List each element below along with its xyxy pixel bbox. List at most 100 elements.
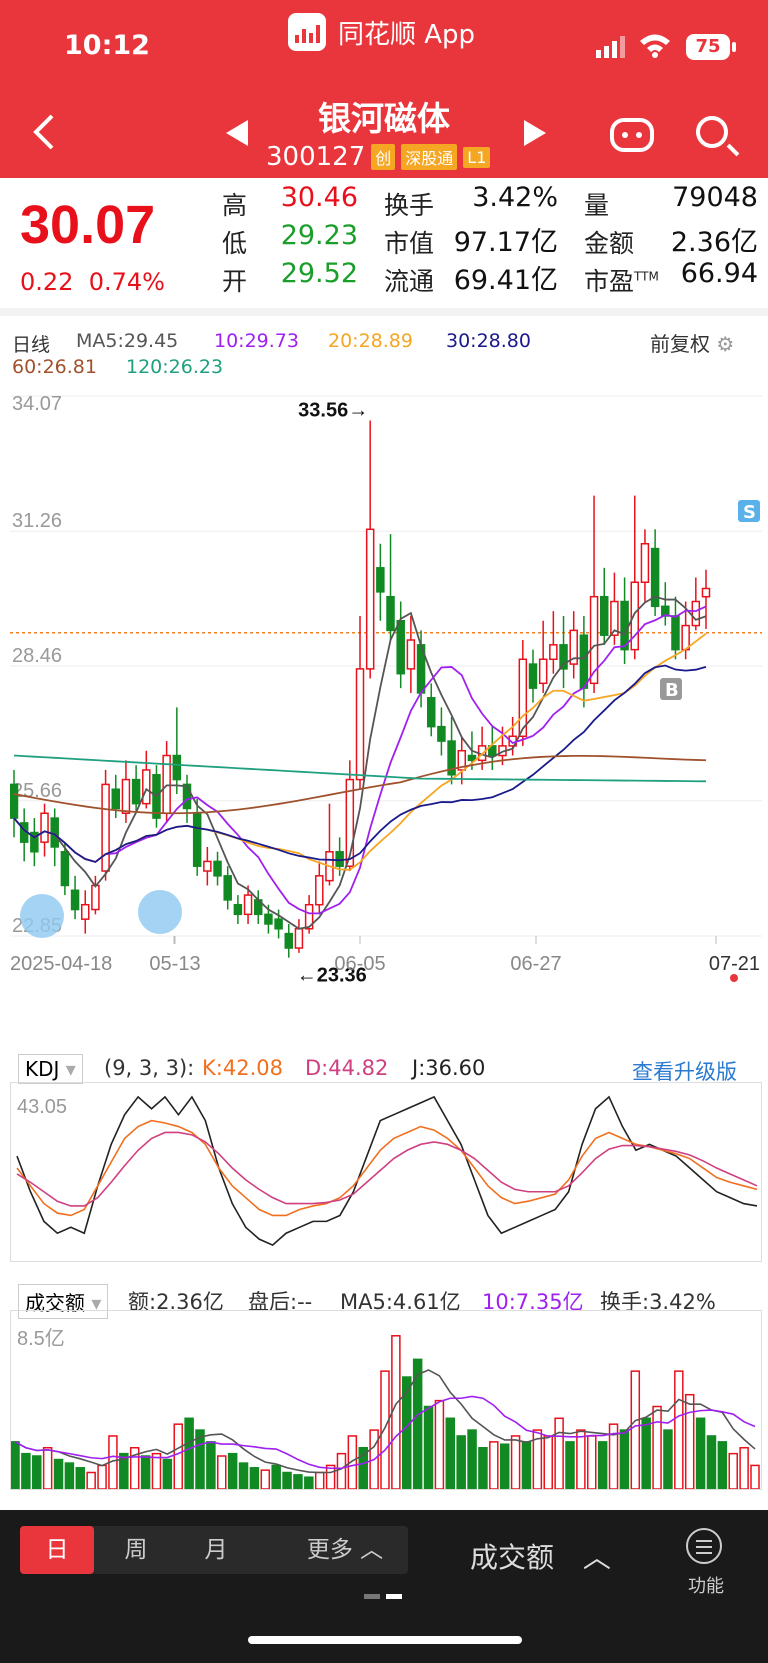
volume-bar [206,1441,216,1489]
volume-bar [53,1458,64,1489]
ma10-legend: 10:29.73 [214,330,299,352]
volume-bar [336,1452,347,1489]
volume-chart[interactable]: 8.5亿 [10,1310,762,1490]
period-week[interactable]: 周 [100,1526,172,1574]
indicator-toggle[interactable]: 成交额 ︿ [470,1536,611,1576]
ma120-legend: 120:26.23 [126,356,224,378]
open-label: 开 [222,267,248,296]
candle-body [630,581,640,651]
tag-chuang: 创 [371,144,396,170]
volume-bar [478,1447,488,1489]
kline-chart[interactable]: 34.0731.2628.4625.6622.8533.56→←23.36SB2… [10,388,762,1000]
volume-bar [587,1435,597,1489]
signal-icon [596,36,625,58]
stock-code-row: 300127 创 深股通 L1 [266,142,491,172]
candle-body [549,644,558,661]
sell-tag: S [743,502,756,523]
kdj-selector[interactable]: KDJ ▾ [18,1054,83,1084]
volume-bar [717,1441,728,1489]
prev-stock-icon[interactable] [226,120,248,146]
volume-bar [42,1447,53,1489]
app-header: 10:12 同花顺 App 75 银河磁体 300127 创 深股通 L1 [0,0,768,178]
period-day[interactable]: 日 [20,1526,94,1574]
app-indicator: 同花顺 App [288,12,475,52]
volume-bar [140,1455,151,1489]
mktcap-value: 97.17亿 [453,227,558,258]
period-more[interactable]: 更多 ︿ [290,1526,400,1574]
volume-bar [97,1464,107,1489]
volume-bar [32,1455,42,1489]
volume-bar [674,1370,684,1489]
ma60-legend: 60:26.81 [12,356,97,378]
y-axis-label: 28.46 [12,645,62,667]
next-stock-icon[interactable] [524,120,546,146]
candle-body [386,595,395,632]
volume-bar [75,1467,86,1489]
volume-bar [86,1471,96,1489]
candle-body [406,639,416,670]
kdj-d: D:44.82 [305,1056,389,1080]
volume-bar [293,1474,303,1489]
date-label: 05-13 [149,953,200,975]
candle-body [233,903,243,916]
candle-body [101,783,110,872]
change-value: 0.22 [20,268,74,296]
app-name: 同花顺 App [338,19,476,50]
volume-bar [358,1447,368,1489]
chevron-up-icon: ︿ [360,1537,384,1563]
candle-body [223,875,232,901]
app-logo-icon [288,13,326,51]
period-label: 日线 [12,334,51,356]
candle-body [172,754,182,781]
kdj-k: K:42.08 [202,1056,283,1080]
collapse-icon [20,894,64,938]
vol-y-label: 8.5亿 [17,1327,65,1350]
ma5-legend: MA5:29.45 [76,330,179,352]
volume-bar [227,1452,238,1489]
candle-body [264,913,273,925]
volume-bar [271,1464,281,1489]
candle-body [426,697,436,728]
volume-bar [739,1447,749,1489]
func-label[interactable]: 功能 [688,1572,724,1598]
kdj-j: J:36.60 [412,1056,486,1080]
candle-body [121,778,131,815]
volume-bar [750,1464,760,1489]
date-label: 07-21 [709,953,760,975]
kdj-j-line [16,1095,758,1247]
home-indicator [248,1636,522,1644]
candle-body [671,615,680,651]
y-axis-label: 34.07 [12,393,62,415]
amount-label: 金额 [584,229,635,258]
candle-body [467,754,477,762]
last-price: 30.07 [20,195,156,255]
high-label: 高 [222,191,248,220]
volume-bar [314,1471,325,1489]
candle-body [294,928,304,949]
volume-value: 79048 [672,182,758,213]
open-value: 29.52 [280,258,358,289]
turnover-value: 3.42% [472,182,558,213]
high-marker: 33.56→ [298,400,368,422]
candle-body [640,543,650,584]
period-month[interactable]: 月 [180,1526,252,1574]
adjust-toggle[interactable]: 前复权 ⚙ [650,328,734,357]
volume-bar [695,1417,706,1489]
date-label: 06-27 [510,953,561,975]
volume-bar [391,1335,401,1489]
kdj-chart[interactable]: 43.05 [10,1082,762,1262]
volume-bar [260,1469,271,1489]
robot-assistant-icon[interactable] [610,118,654,152]
candle-body [579,634,589,689]
volume-bar [304,1476,314,1489]
volume-bar [521,1441,532,1489]
menu-icon[interactable] [686,1528,722,1564]
quote-panel: 30.07 0.22 0.74% 高 30.46 低 29.23 开 29.52… [0,178,768,316]
volume-bar [162,1458,173,1489]
volume-bar [619,1429,630,1489]
candle-body [691,600,701,627]
search-icon[interactable] [696,116,728,148]
change-pct: 0.74% [88,268,165,296]
candle-body [111,788,121,810]
volume-bar [597,1441,608,1489]
